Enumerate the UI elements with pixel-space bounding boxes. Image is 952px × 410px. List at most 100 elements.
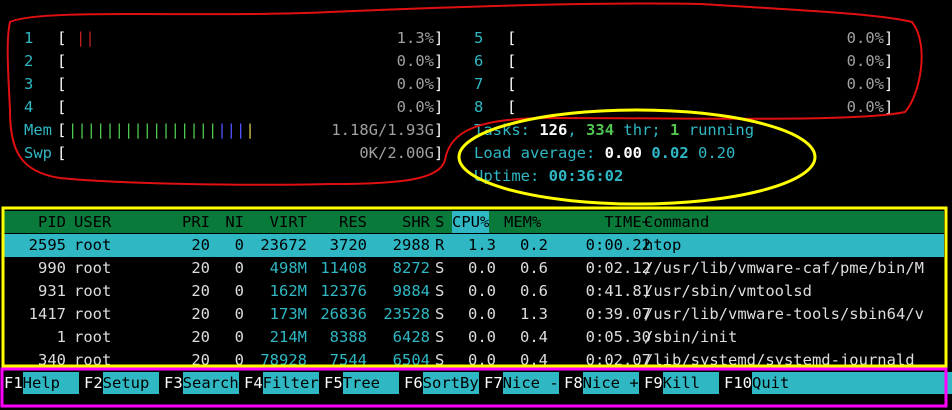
table-row[interactable]: 1 root 20 0 214M 8388 6428 S 0.0 0.4 0:05.30/sbin/… xyxy=(4,326,944,349)
cpu-label: 7 xyxy=(474,75,484,93)
fkey-f5[interactable]: F5Tree xyxy=(324,372,399,394)
col-header-virt[interactable]: VIRT xyxy=(249,211,307,233)
col-header-time[interactable]: TIME+ xyxy=(552,211,651,233)
fkey-f4[interactable]: F4Filter xyxy=(244,372,319,394)
table-row[interactable]: 931 root 20 0 162M 12376 9884 S 0.0 0.6 0:41.81/us… xyxy=(4,280,944,303)
cell-shr: 9884 xyxy=(392,282,430,300)
cell-pid: 1 xyxy=(56,328,66,346)
cpu-label: 8 xyxy=(474,98,484,116)
cell-res: 3720 xyxy=(329,236,367,254)
meter-bracket-left: [ xyxy=(57,52,67,70)
cpu-value: 1.3% xyxy=(396,29,434,47)
cell-cpu: 0.0 xyxy=(468,351,496,369)
cell-shr: 8272 xyxy=(392,259,430,277)
cpu-label: 3 xyxy=(24,75,34,93)
meter-bracket-left: [ xyxy=(57,75,67,93)
cell-virt: 78928 xyxy=(260,351,307,369)
cell-user: root xyxy=(74,282,112,300)
col-header-pri[interactable]: PRI xyxy=(164,211,210,233)
fkey-f10[interactable]: F10Quit xyxy=(724,372,952,394)
swp-meter: Swp [ 0K/2.00G ] xyxy=(24,142,444,165)
cpu-meter-4: 4 [ 0.0% ] xyxy=(24,96,444,119)
cell-pri: 20 xyxy=(191,351,210,369)
cell-mem: 0.4 xyxy=(520,351,548,369)
cell-time: 0:39.07 xyxy=(585,305,651,323)
cpu-bars: || xyxy=(76,29,95,47)
cell-mem: 0.2 xyxy=(520,236,548,254)
fkey-label: Help xyxy=(22,372,79,394)
table-row[interactable]: 990 root 20 0 498M 11408 8272 S 0.0 0.6 0:02.12//u… xyxy=(4,257,944,280)
table-row[interactable]: 1417 root 20 0 173M 26836 23528 S 0.0 1.3 0:39.07/… xyxy=(4,303,944,326)
cpu-label: 5 xyxy=(474,29,484,47)
cpu-label: 4 xyxy=(24,98,34,116)
table-row[interactable]: 340 root 20 0 78928 7544 6504 S 0.0 0.4 0:02.07/li… xyxy=(4,349,944,372)
meter-bracket-left: [ xyxy=(57,144,67,162)
cell-ni: 0 xyxy=(234,259,244,277)
cell-s: S xyxy=(435,351,445,369)
uptime-line: Uptime: 00:36:02 xyxy=(474,167,624,185)
cell-cpu: 0.0 xyxy=(468,328,496,346)
col-header-mem[interactable]: MEM% xyxy=(504,211,541,233)
cell-s: S xyxy=(435,328,445,346)
meter-bracket-left: [ xyxy=(507,75,517,93)
fkey-key: F9 xyxy=(644,374,663,392)
cpu-value: 0.0% xyxy=(846,98,884,116)
cpu-meter-2: 2 [ 0.0% ] xyxy=(24,50,444,73)
cell-time: 0:00.22 xyxy=(585,236,651,254)
cell-res: 12376 xyxy=(320,282,367,300)
function-key-bar: F1Help F2Setup F3Search F4Filter F5Tree F6… xyxy=(4,372,952,394)
cell-time: 0:05.30 xyxy=(585,328,651,346)
fkey-label: Setup xyxy=(102,372,159,394)
col-header-shr[interactable]: SHR xyxy=(368,211,430,233)
fkey-label: Filter xyxy=(262,372,319,394)
fkey-label: Kill xyxy=(662,372,719,394)
cell-pid: 990 xyxy=(38,259,66,277)
col-header-res[interactable]: RES xyxy=(309,211,367,233)
cell-time: 0:41.81 xyxy=(585,282,651,300)
fkey-f8[interactable]: F8Nice + xyxy=(564,372,639,394)
meter-bracket-left: [ xyxy=(507,98,517,116)
process-row-selected[interactable]: 2595 root 20 0 23672 3720 2988 R 1.3 0.2 0:00.22 ht… xyxy=(4,234,944,257)
meter-bracket-right: ] xyxy=(434,144,444,162)
meter-bracket-right: ] xyxy=(434,52,444,70)
cell-shr: 2988 xyxy=(392,236,430,254)
fkey-f9[interactable]: F9Kill xyxy=(644,372,719,394)
fkey-f1[interactable]: F1Help xyxy=(4,372,79,394)
col-header-user[interactable]: USER xyxy=(74,211,111,233)
cell-shr: 6504 xyxy=(392,351,430,369)
cell-cmd: /usr/lib/vmware-tools/sbin64/v xyxy=(644,305,924,323)
cell-s: S xyxy=(435,259,445,277)
cell-pid: 340 xyxy=(38,351,66,369)
col-header-pid[interactable]: PID xyxy=(4,211,66,233)
cell-cmd: /lib/systemd/systemd-journald xyxy=(644,351,915,369)
cell-s: S xyxy=(435,282,445,300)
cpu-label: 1 xyxy=(24,29,34,47)
fkey-key: F5 xyxy=(324,374,343,392)
cell-ni: 0 xyxy=(234,236,244,254)
fkey-f7[interactable]: F7Nice - xyxy=(484,372,559,394)
col-header-command[interactable]: Command xyxy=(644,211,709,233)
col-header-ni[interactable]: NI xyxy=(216,211,244,233)
cell-shr: 23528 xyxy=(383,305,430,323)
fkey-key: F3 xyxy=(164,374,183,392)
cell-mem: 0.4 xyxy=(520,328,548,346)
fkey-label: Search xyxy=(182,372,239,394)
meter-bracket-right: ] xyxy=(884,52,894,70)
cell-mem: 1.3 xyxy=(520,305,548,323)
fkey-f2[interactable]: F2Setup xyxy=(84,372,159,394)
swp-label: Swp xyxy=(24,144,52,162)
cell-user: root xyxy=(74,259,112,277)
col-header-state[interactable]: S xyxy=(435,211,444,233)
cell-cpu: 0.0 xyxy=(468,305,496,323)
cell-ni: 0 xyxy=(234,351,244,369)
cell-ni: 0 xyxy=(234,282,244,300)
cell-pid: 2595 xyxy=(28,236,66,254)
cpu-meter-7: 7 [ 0.0% ] xyxy=(474,73,894,96)
fkey-f6[interactable]: F6SortBy xyxy=(404,372,479,394)
cell-time: 0:02.12 xyxy=(585,259,651,277)
fkey-key: F10 xyxy=(724,374,752,392)
fkey-f3[interactable]: F3Search xyxy=(164,372,239,394)
cell-ni: 0 xyxy=(234,328,244,346)
cell-virt: 23672 xyxy=(260,236,307,254)
col-header-cpu[interactable]: CPU% xyxy=(452,211,490,233)
